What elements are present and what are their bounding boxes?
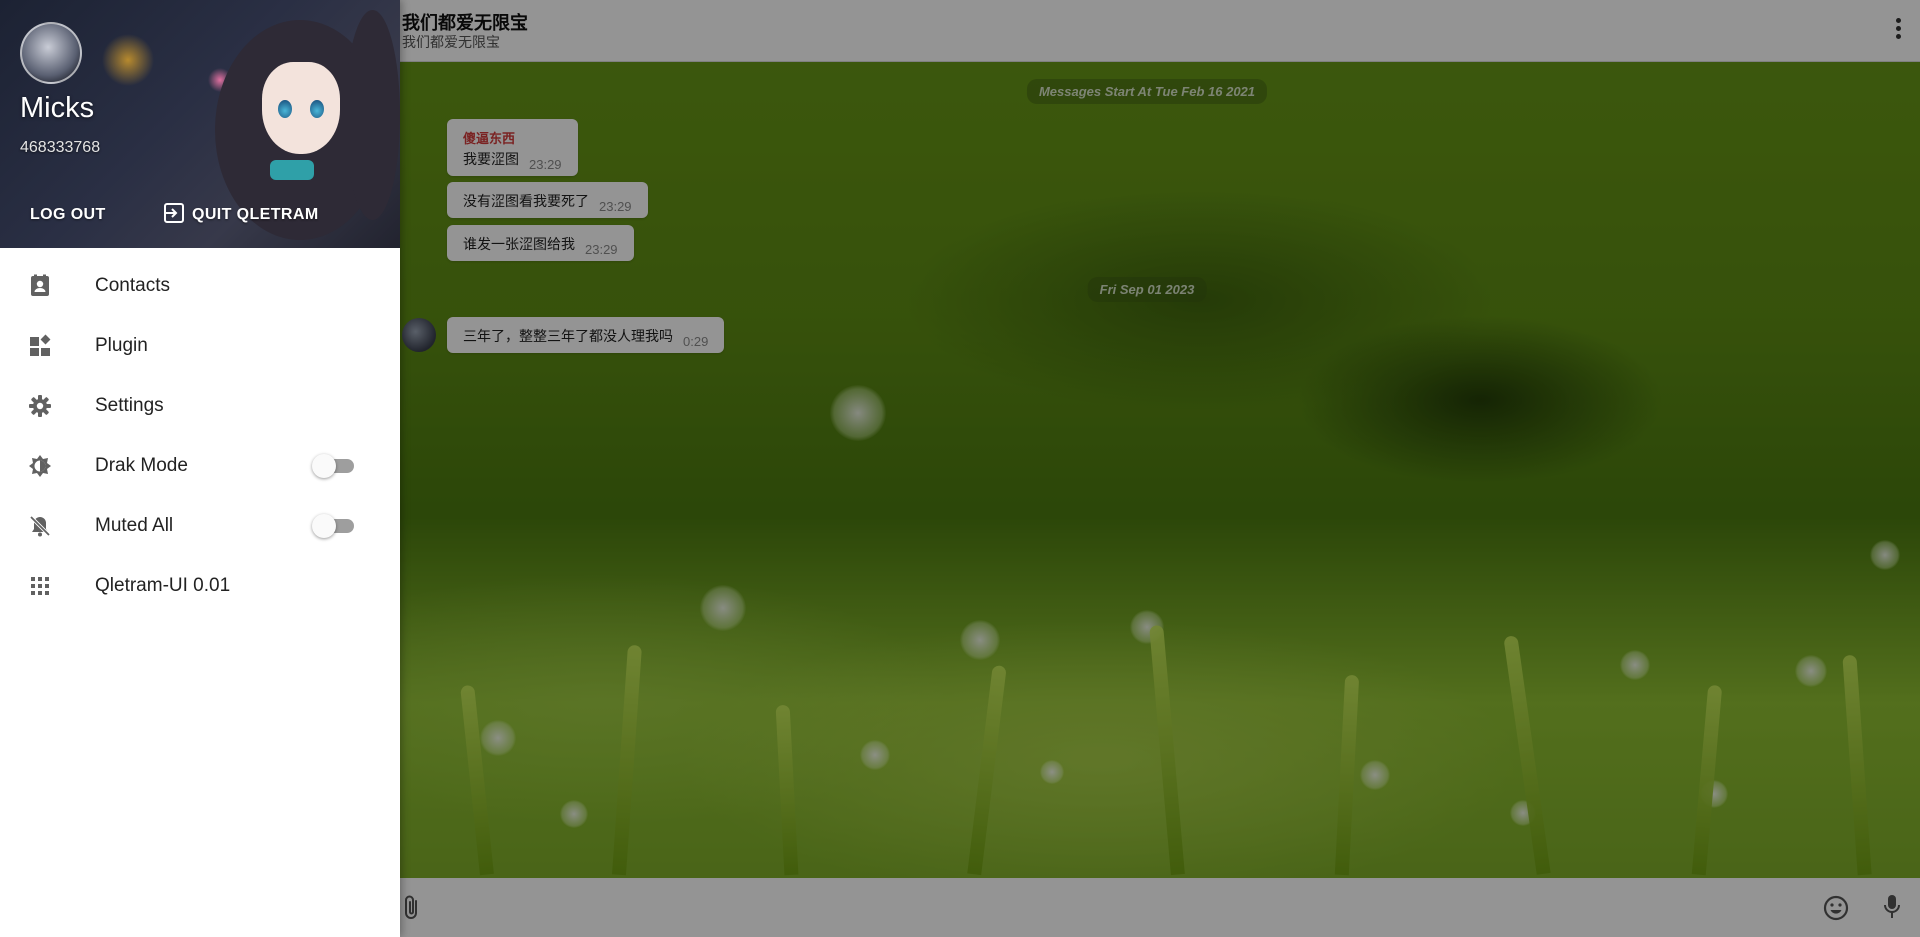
menu-item-label: Drak Mode bbox=[95, 455, 188, 476]
menu-item-label: Qletram-UI 0.01 bbox=[95, 575, 231, 596]
menu-item-plugin[interactable]: Plugin bbox=[0, 316, 400, 376]
drawer-menu: Contacts Plugin Settings Drak Mode Muted… bbox=[0, 248, 400, 616]
bell-off-icon bbox=[27, 513, 53, 539]
brightness-icon bbox=[27, 453, 53, 479]
menu-item-settings[interactable]: Settings bbox=[0, 376, 400, 436]
logout-label: LOG OUT bbox=[30, 206, 106, 223]
widgets-icon bbox=[27, 333, 53, 359]
logout-button[interactable]: LOG OUT bbox=[30, 198, 106, 232]
menu-item-version[interactable]: Qletram-UI 0.01 bbox=[0, 556, 400, 616]
menu-item-label: Settings bbox=[95, 395, 164, 416]
menu-item-muted-all[interactable]: Muted All bbox=[0, 496, 400, 556]
apps-grid-icon bbox=[27, 573, 53, 599]
avatar[interactable] bbox=[20, 22, 82, 84]
quit-label: QUIT QLETRAM bbox=[192, 206, 319, 223]
muted-all-toggle[interactable] bbox=[312, 512, 360, 540]
navigation-drawer: Micks 468333768 LOG OUT QUIT QLETRAM Con… bbox=[0, 0, 400, 937]
menu-item-dark-mode[interactable]: Drak Mode bbox=[0, 436, 400, 496]
gear-icon bbox=[27, 393, 53, 419]
quit-button[interactable]: QUIT QLETRAM bbox=[162, 198, 319, 232]
user-id: 468333768 bbox=[20, 139, 101, 156]
menu-item-contacts[interactable]: Contacts bbox=[0, 256, 400, 316]
exit-icon bbox=[162, 201, 186, 230]
user-name: Micks bbox=[20, 92, 95, 124]
menu-item-label: Muted All bbox=[95, 515, 174, 536]
contacts-icon bbox=[27, 273, 53, 299]
menu-item-label: Plugin bbox=[95, 335, 148, 356]
drawer-header: Micks 468333768 LOG OUT QUIT QLETRAM bbox=[0, 0, 400, 248]
menu-item-label: Contacts bbox=[95, 275, 170, 296]
dark-mode-toggle[interactable] bbox=[312, 452, 360, 480]
